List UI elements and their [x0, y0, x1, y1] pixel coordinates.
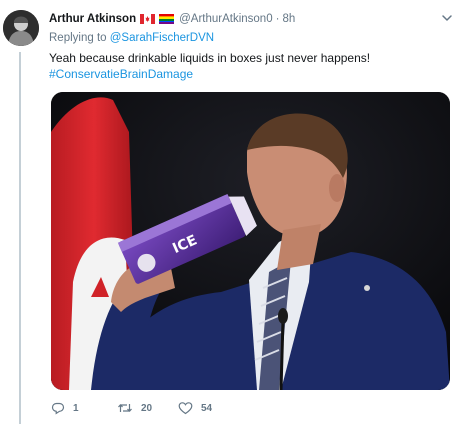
- tweet-actions: 1 20 54: [49, 398, 349, 418]
- heart-icon: [178, 401, 193, 415]
- retweet-icon: [117, 401, 133, 415]
- reply-prefix: Replying to: [49, 32, 107, 44]
- rainbow-flag-icon: [159, 14, 175, 24]
- like-button[interactable]: 54: [178, 398, 212, 418]
- timestamp[interactable]: 8h: [282, 13, 295, 25]
- reply-target-link[interactable]: @SarahFischerDVN: [110, 32, 214, 44]
- display-name[interactable]: Arthur Atkinson: [49, 13, 136, 25]
- separator-dot: ·: [275, 13, 280, 25]
- retweet-button[interactable]: 20: [117, 398, 152, 418]
- tweet[interactable]: Arthur Atkinson @ArthurAtkinson0 · 8h Re…: [0, 0, 474, 424]
- tweet-header: Arthur Atkinson @ArthurAtkinson0 · 8h: [49, 11, 454, 27]
- photo-illustration: ICE: [51, 92, 450, 390]
- retweet-count: 20: [141, 402, 153, 414]
- like-count: 54: [201, 402, 213, 414]
- tweet-text: Yeah because drinkable liquids in boxes …: [49, 51, 371, 65]
- reply-icon: [51, 401, 65, 415]
- hashtag-link[interactable]: #ConservatieBrainDamage: [49, 66, 193, 82]
- tweet-photo[interactable]: ICE: [51, 92, 450, 390]
- chevron-down-icon[interactable]: [440, 11, 454, 25]
- avatar[interactable]: [3, 10, 39, 46]
- user-handle[interactable]: @ArthurAtkinson0: [179, 13, 273, 25]
- reply-context: Replying to @SarahFischerDVN: [49, 32, 214, 44]
- reply-button[interactable]: 1: [51, 398, 79, 418]
- thread-line: [19, 52, 21, 424]
- reply-count: 1: [73, 402, 79, 414]
- canada-flag-icon: [140, 14, 156, 24]
